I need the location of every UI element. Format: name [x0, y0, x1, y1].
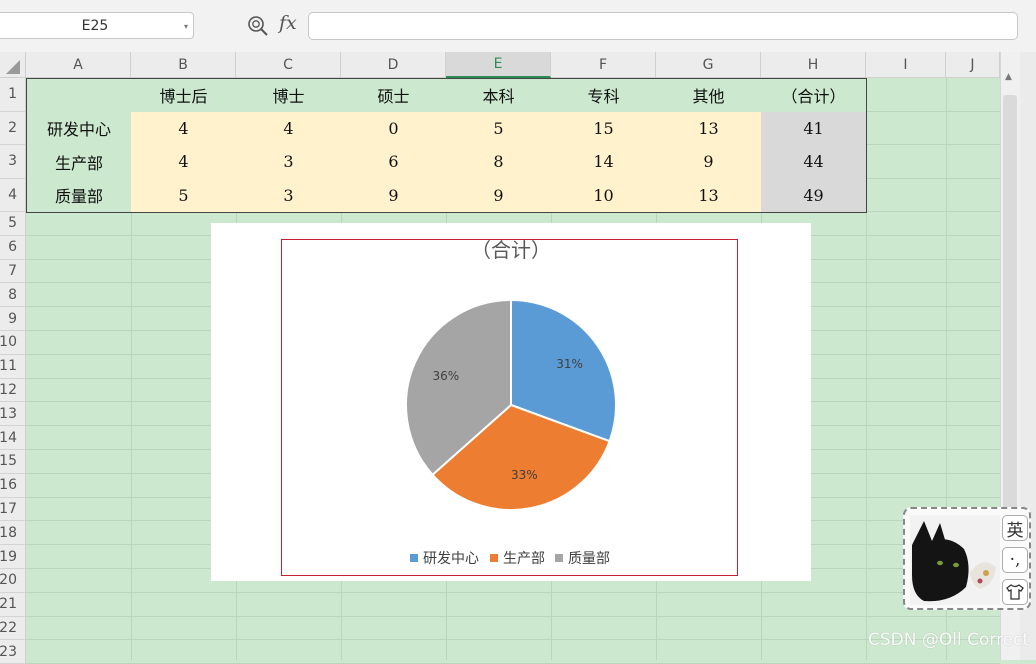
gridline-horizontal: [26, 639, 1000, 641]
formula-bar: E25 ▾ fx: [0, 0, 1036, 53]
row-header[interactable]: 11: [0, 354, 26, 379]
ime-language-toggle[interactable]: 英: [1002, 515, 1028, 541]
table-header-cell[interactable]: （合计）: [761, 78, 867, 113]
pie-data-label[interactable]: 36%: [433, 369, 460, 383]
pie-chart[interactable]: （合计） 31% 33% 36% 研发中心 生产部 质量部: [211, 223, 811, 581]
column-header[interactable]: B: [131, 52, 236, 78]
scroll-thumb[interactable]: [1003, 95, 1017, 565]
table-corner-cell[interactable]: [26, 78, 132, 113]
column-header[interactable]: G: [656, 52, 761, 78]
column-header[interactable]: A: [26, 52, 131, 78]
value-cell[interactable]: 3: [236, 145, 342, 180]
legend-label: 生产部: [503, 551, 545, 567]
legend-item[interactable]: 质量部: [555, 548, 610, 568]
row-header[interactable]: 7: [0, 259, 26, 284]
legend-label: 研发中心: [423, 551, 479, 567]
scroll-up-arrow-icon[interactable]: ▲: [1005, 72, 1012, 82]
column-header[interactable]: I: [866, 52, 946, 78]
table-header-cell[interactable]: 其他: [656, 78, 762, 113]
value-cell[interactable]: 10: [551, 178, 657, 213]
value-cell[interactable]: 13: [656, 111, 762, 146]
value-cell[interactable]: 13: [656, 178, 762, 213]
watermark: CSDN @Oll Correct: [868, 630, 1030, 650]
table-header-cell[interactable]: 专科: [551, 78, 657, 113]
select-all-triangle-icon: [6, 60, 20, 74]
row-header[interactable]: 22: [0, 616, 26, 641]
column-header[interactable]: F: [551, 52, 656, 78]
row-header[interactable]: 6: [0, 235, 26, 260]
row-header[interactable]: 18: [0, 521, 26, 546]
value-cell[interactable]: 5: [446, 111, 552, 146]
total-cell[interactable]: 44: [761, 145, 867, 180]
column-header[interactable]: J: [946, 52, 1000, 78]
row-label-cell[interactable]: 生产部: [26, 145, 132, 180]
row-label-cell[interactable]: 质量部: [26, 178, 132, 213]
value-cell[interactable]: 3: [236, 178, 342, 213]
value-cell[interactable]: 15: [551, 111, 657, 146]
legend-label: 质量部: [568, 551, 610, 567]
chevron-down-icon[interactable]: ▾: [184, 22, 188, 31]
table-header-cell[interactable]: 硕士: [341, 78, 447, 113]
gridline-horizontal: [26, 591, 1000, 593]
pie-data-label[interactable]: 31%: [556, 357, 583, 371]
row-header[interactable]: 12: [0, 378, 26, 403]
total-cell[interactable]: 41: [761, 111, 867, 146]
row-header[interactable]: 16: [0, 473, 26, 498]
row-header[interactable]: 8: [0, 283, 26, 308]
row-header[interactable]: 3: [0, 145, 26, 179]
row-header[interactable]: 14: [0, 426, 26, 450]
row-header[interactable]: 19: [0, 545, 26, 569]
column-header[interactable]: H: [761, 52, 866, 78]
table-header-cell[interactable]: 博士后: [131, 78, 237, 113]
value-cell[interactable]: 4: [131, 111, 237, 146]
gridline-horizontal: [26, 615, 1000, 617]
row-label-cell[interactable]: 研发中心: [26, 111, 132, 146]
legend-swatch: [490, 554, 498, 562]
value-cell[interactable]: 8: [446, 145, 552, 180]
cat-avatar-image: [910, 515, 1000, 605]
row-header[interactable]: 4: [0, 178, 26, 212]
row-header[interactable]: 15: [0, 450, 26, 474]
value-cell[interactable]: 9: [341, 178, 447, 213]
row-header[interactable]: 21: [0, 592, 26, 617]
column-header[interactable]: D: [341, 52, 446, 78]
column-header[interactable]: C: [236, 52, 341, 78]
legend-swatch: [410, 554, 418, 562]
table-header-cell[interactable]: 博士: [236, 78, 342, 113]
legend-item[interactable]: 研发中心: [410, 548, 479, 568]
legend-item[interactable]: 生产部: [490, 548, 545, 568]
ime-toolbar[interactable]: 英 ·,: [903, 507, 1031, 610]
row-header[interactable]: 23: [0, 640, 26, 664]
table-header-cell[interactable]: 本科: [446, 78, 552, 113]
value-cell[interactable]: 4: [131, 145, 237, 180]
formula-input[interactable]: [308, 12, 1018, 40]
row-header[interactable]: 10: [0, 331, 26, 355]
row-header[interactable]: 20: [0, 569, 26, 593]
row-header[interactable]: 9: [0, 307, 26, 331]
value-cell[interactable]: 9: [446, 178, 552, 213]
shirt-icon[interactable]: [1002, 579, 1028, 605]
value-cell[interactable]: 4: [236, 111, 342, 146]
legend-swatch: [555, 554, 563, 562]
total-cell[interactable]: 49: [761, 178, 867, 213]
fx-icon[interactable]: fx: [279, 12, 297, 34]
value-cell[interactable]: 5: [131, 178, 237, 213]
row-header[interactable]: 2: [0, 111, 26, 145]
pie-svg: 31% 33% 36%: [405, 298, 617, 511]
name-box[interactable]: E25: [0, 12, 194, 39]
zoom-icon[interactable]: [247, 15, 269, 37]
row-header[interactable]: 13: [0, 402, 26, 427]
row-header[interactable]: 17: [0, 497, 26, 522]
ime-punctuation-toggle[interactable]: ·,: [1002, 547, 1028, 573]
value-cell[interactable]: 6: [341, 145, 447, 180]
value-cell[interactable]: 14: [551, 145, 657, 180]
pie-data-label[interactable]: 33%: [511, 468, 538, 482]
row-header[interactable]: 5: [0, 212, 26, 236]
row-header[interactable]: 1: [0, 78, 26, 112]
value-cell[interactable]: 9: [656, 145, 762, 180]
value-cell[interactable]: 0: [341, 111, 447, 146]
column-header[interactable]: E: [446, 52, 551, 78]
